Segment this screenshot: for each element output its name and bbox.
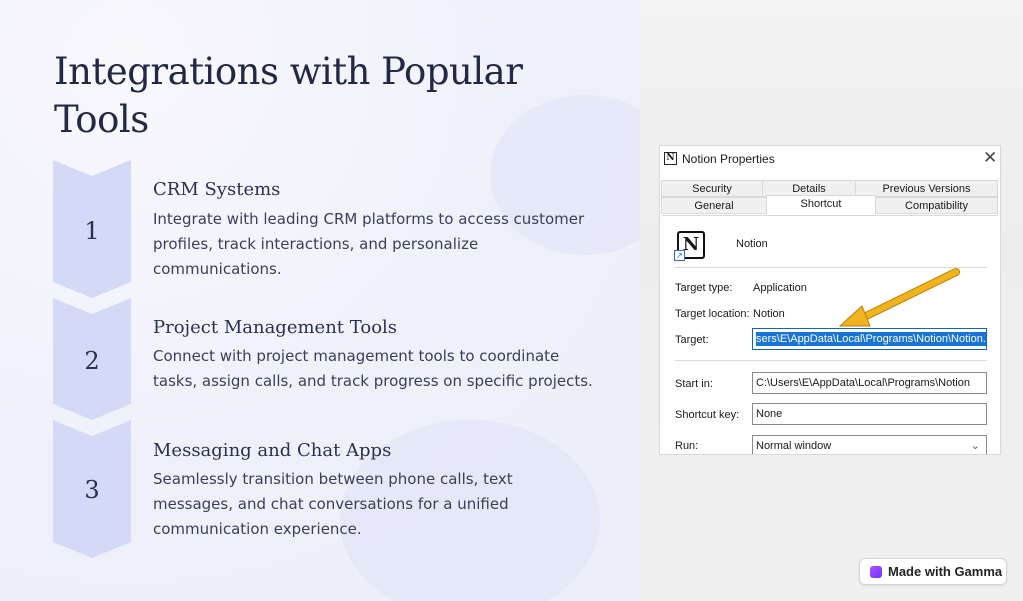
run-label: Run: [675, 440, 699, 452]
app-name: Notion [736, 238, 768, 250]
badge-label: Made with Gamma [888, 564, 1003, 579]
made-with-gamma-badge[interactable]: Made with Gamma [859, 558, 1007, 585]
target-location-value: Notion [753, 308, 785, 320]
notion-app-icon: N [664, 152, 677, 165]
step-description-1: Integrate with leading CRM platforms to … [153, 210, 585, 278]
shortcut-overlay-icon: ↗ [674, 250, 685, 261]
target-type-label: Target type: [675, 282, 733, 294]
content-panel: Integrations with Popular Tools 1 CRM Sy… [0, 0, 680, 601]
shortcut-key-input[interactable]: None [752, 403, 987, 425]
step-number-3: 3 [84, 476, 100, 504]
tab-previous-versions[interactable]: Previous Versions [855, 180, 998, 197]
step-number-2: 2 [84, 347, 100, 375]
tab-security[interactable]: Security [661, 180, 763, 197]
step-description-3: Seamlessly transition between phone call… [153, 470, 513, 538]
slide: Integrations with Popular Tools 1 CRM Sy… [0, 0, 1023, 601]
tab-compatibility[interactable]: Compatibility [875, 197, 998, 214]
step-chevron-2: 2 [53, 298, 131, 420]
run-select-value: Normal window [756, 440, 832, 452]
step-title-3: Messaging and Chat Apps [153, 440, 392, 461]
run-select[interactable]: Normal window ⌄ [752, 435, 987, 454]
tab-bar: Security Details Previous Versions Gener… [660, 180, 1000, 216]
gamma-logo-icon [870, 566, 882, 578]
target-label: Target: [675, 334, 709, 346]
start-in-label: Start in: [675, 378, 713, 390]
annotation-arrow-icon [838, 268, 960, 327]
divider [675, 360, 987, 361]
start-in-input[interactable]: C:\Users\E\AppData\Local\Programs\Notion [752, 372, 987, 394]
tab-shortcut[interactable]: Shortcut [766, 195, 876, 214]
dialog-title: Notion Properties [682, 152, 775, 166]
close-icon[interactable]: ✕ [983, 148, 997, 168]
target-location-label: Target location: [675, 308, 750, 320]
dialog-titlebar: N Notion Properties ✕ [660, 146, 1000, 172]
step-number-1: 1 [84, 217, 100, 245]
tab-general[interactable]: General [661, 197, 767, 214]
shortcut-key-label: Shortcut key: [675, 409, 740, 421]
target-input-value: sers\E\AppData\Local\Programs\Notion\Not… [756, 332, 986, 346]
step-chevron-3: 3 [53, 420, 131, 558]
step-title-2: Project Management Tools [153, 317, 398, 338]
step-description-2: Connect with project management tools to… [153, 347, 593, 390]
chevron-down-icon: ⌄ [970, 440, 980, 452]
step-title-1: CRM Systems [153, 179, 281, 200]
step-chevron-1: 1 [53, 160, 131, 298]
target-type-value: Application [753, 282, 807, 294]
page-title: Integrations with Popular Tools [54, 50, 523, 141]
